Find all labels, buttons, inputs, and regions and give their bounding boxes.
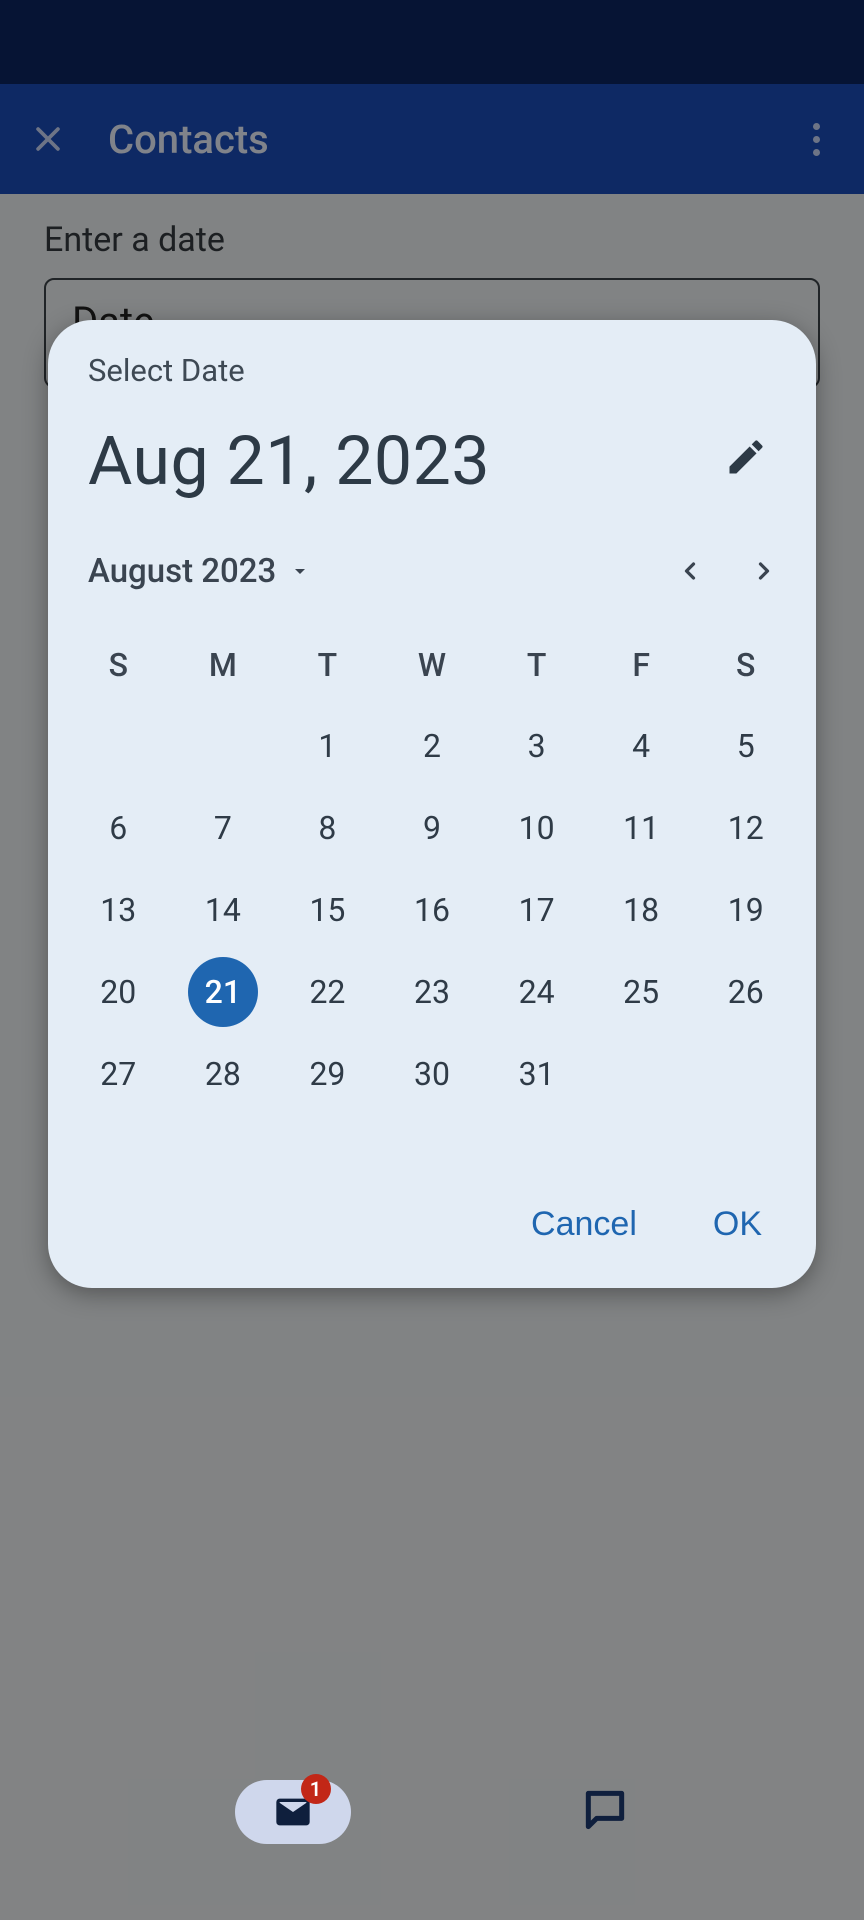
calendar-day-empty	[171, 705, 276, 787]
calendar-day[interactable]: 9	[380, 787, 485, 869]
calendar-day[interactable]: 23	[380, 951, 485, 1033]
calendar-day[interactable]: 25	[589, 951, 694, 1033]
weekday-label: T	[275, 635, 380, 695]
calendar-week-row: 2728293031	[66, 1033, 798, 1115]
calendar-day[interactable]: 14	[171, 869, 276, 951]
chevron-down-icon[interactable]	[288, 559, 312, 583]
calendar-day[interactable]: 24	[484, 951, 589, 1033]
edit-icon[interactable]	[724, 435, 776, 487]
dialog-title: Select Date	[48, 320, 816, 399]
dialog-actions: Cancel OK	[48, 1175, 816, 1282]
calendar-day[interactable]: 5	[693, 705, 798, 787]
calendar-day[interactable]: 16	[380, 869, 485, 951]
calendar-day[interactable]: 26	[693, 951, 798, 1033]
calendar-grid: SMTWTFS 12345678910111213141516171819202…	[48, 611, 816, 1115]
calendar-day[interactable]: 1	[275, 705, 380, 787]
calendar-day[interactable]: 13	[66, 869, 171, 951]
calendar-day[interactable]: 7	[171, 787, 276, 869]
calendar-day[interactable]: 4	[589, 705, 694, 787]
calendar-day-empty	[66, 705, 171, 787]
calendar-day[interactable]: 15	[275, 869, 380, 951]
calendar-day[interactable]: 22	[275, 951, 380, 1033]
month-year-label[interactable]: August 2023	[88, 552, 276, 591]
calendar-week-row: 6789101112	[66, 787, 798, 869]
calendar-day[interactable]: 8	[275, 787, 380, 869]
weekday-label: S	[66, 635, 171, 695]
calendar-day[interactable]: 30	[380, 1033, 485, 1115]
calendar-day[interactable]: 11	[589, 787, 694, 869]
calendar-day[interactable]: 29	[275, 1033, 380, 1115]
calendar-day[interactable]: 20	[66, 951, 171, 1033]
calendar-day[interactable]: 18	[589, 869, 694, 951]
calendar-day[interactable]: 3	[484, 705, 589, 787]
ok-button[interactable]: OK	[699, 1193, 776, 1256]
next-month-button[interactable]	[732, 539, 796, 603]
calendar-day[interactable]: 12	[693, 787, 798, 869]
calendar-day[interactable]: 21	[171, 951, 276, 1033]
calendar-day[interactable]: 17	[484, 869, 589, 951]
month-nav-bar: August 2023	[48, 519, 816, 611]
calendar-day[interactable]: 10	[484, 787, 589, 869]
weekday-label: S	[693, 635, 798, 695]
calendar-week-row: 20212223242526	[66, 951, 798, 1033]
calendar-day[interactable]: 2	[380, 705, 485, 787]
calendar-day[interactable]: 6	[66, 787, 171, 869]
calendar-day[interactable]: 27	[66, 1033, 171, 1115]
calendar-week-row: 13141516171819	[66, 869, 798, 951]
calendar-day[interactable]: 31	[484, 1033, 589, 1115]
weekday-label: W	[380, 635, 485, 695]
cancel-button[interactable]: Cancel	[517, 1193, 651, 1256]
calendar-week-row: 12345	[66, 705, 798, 787]
calendar-day[interactable]: 28	[171, 1033, 276, 1115]
weekday-label: F	[589, 635, 694, 695]
selected-date-headline: Aug 21, 2023	[88, 421, 724, 501]
weekday-label: M	[171, 635, 276, 695]
weekday-label: T	[484, 635, 589, 695]
prev-month-button[interactable]	[658, 539, 722, 603]
date-picker-dialog: Select Date Aug 21, 2023 August 2023 SMT…	[48, 320, 816, 1288]
calendar-day[interactable]: 19	[693, 869, 798, 951]
weekday-header-row: SMTWTFS	[66, 635, 798, 695]
